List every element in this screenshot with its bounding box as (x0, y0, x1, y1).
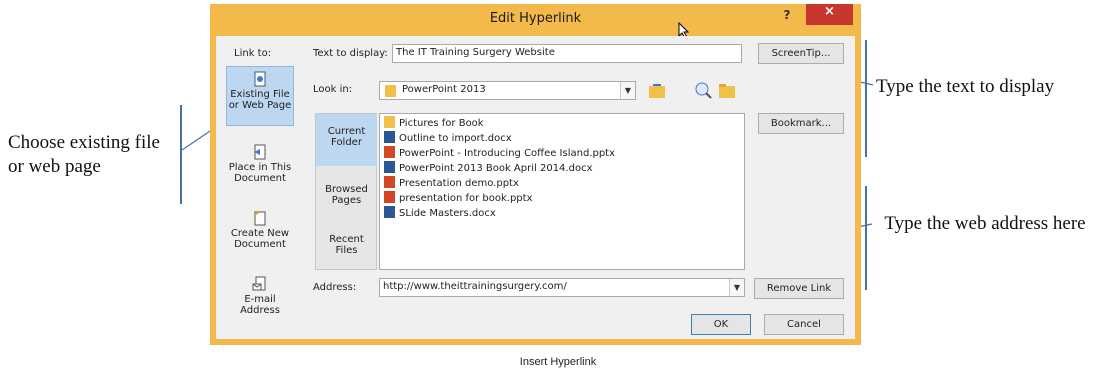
link-existing-file-label: Existing File or Web Page (228, 89, 292, 111)
tab-browsed-pages[interactable]: Browsed Pages (316, 172, 377, 218)
existing-file-icon (254, 71, 266, 87)
link-create-new-document[interactable]: Create New Document (226, 206, 294, 256)
list-item[interactable]: Presentation demo.pptx (384, 176, 519, 189)
browse-file-icon[interactable] (717, 81, 737, 100)
help-button[interactable]: ? (775, 5, 799, 25)
powerpoint-file-icon (384, 176, 395, 188)
word-document-icon (384, 206, 395, 218)
tab-recent-files[interactable]: Recent Files (316, 222, 377, 268)
dialog-title: Edit Hyperlink (489, 11, 582, 26)
dialog-body: Link to: Existing File or Web Page Place… (216, 36, 855, 339)
ok-button[interactable]: OK (691, 314, 751, 335)
link-email-address-label: E-mail Address (240, 294, 280, 316)
tab-current-folder[interactable]: Current Folder (316, 114, 377, 166)
file-list[interactable]: Pictures for Book Outline to import.docx… (379, 113, 745, 270)
link-existing-file[interactable]: Existing File or Web Page (226, 66, 294, 126)
folder-icon (385, 85, 396, 97)
new-document-icon (254, 210, 266, 226)
link-to-label: Link to: (234, 48, 272, 59)
up-folder-icon[interactable] (647, 81, 667, 100)
word-document-icon (384, 131, 395, 143)
place-in-document-icon (254, 144, 266, 160)
edit-hyperlink-dialog: Edit Hyperlink ? × Link to: Existing Fil… (210, 4, 861, 345)
remove-link-button[interactable]: Remove Link (754, 278, 844, 299)
figure-caption: Insert Hyperlink (519, 356, 597, 368)
text-to-display-label: Text to display: (313, 48, 388, 59)
link-place-in-document[interactable]: Place in This Document (226, 140, 294, 190)
list-item[interactable]: SLide Masters.docx (384, 206, 496, 219)
email-icon (252, 276, 266, 291)
browse-web-icon[interactable] (693, 81, 713, 100)
chevron-down-icon[interactable]: ▼ (729, 279, 744, 296)
list-item[interactable]: Pictures for Book (384, 116, 484, 129)
bookmark-button[interactable]: Bookmark... (758, 113, 844, 134)
cancel-button[interactable]: Cancel (764, 314, 844, 335)
annotation-type-text: Type the text to display (876, 76, 1055, 97)
annotation-type-address: Type the web address here (884, 213, 1086, 234)
word-document-icon (384, 161, 395, 173)
look-in-label: Look in: (313, 84, 353, 95)
close-button[interactable]: × (806, 4, 853, 25)
link-email-address[interactable]: E-mail Address (226, 272, 294, 322)
look-in-tabs: Current Folder Browsed Pages Recent File… (315, 113, 377, 270)
look-in-value: PowerPoint 2013 (402, 84, 486, 95)
list-item[interactable]: Outline to import.docx (384, 131, 512, 144)
list-item[interactable]: PowerPoint - Introducing Coffee Island.p… (384, 146, 615, 159)
list-item[interactable]: presentation for book.pptx (384, 191, 533, 204)
link-create-new-document-label: Create New Document (230, 228, 290, 250)
look-in-dropdown[interactable]: PowerPoint 2013 ▼ (379, 81, 636, 100)
link-to-panel: Existing File or Web Page Place in This … (224, 66, 294, 332)
address-input[interactable]: http://www.theittrainingsurgery.com/ ▼ (379, 278, 745, 297)
address-value: http://www.theittrainingsurgery.com/ (383, 281, 567, 292)
powerpoint-file-icon (384, 146, 395, 158)
chevron-down-icon[interactable]: ▼ (620, 82, 635, 99)
powerpoint-file-icon (384, 191, 395, 203)
link-place-in-document-label: Place in This Document (228, 162, 292, 184)
text-to-display-input[interactable]: The IT Training Surgery Website (392, 44, 742, 63)
annotation-choose: Choose existing file or web page (8, 132, 160, 177)
list-item[interactable]: PowerPoint 2013 Book April 2014.docx (384, 161, 592, 174)
address-label: Address: (313, 282, 357, 293)
title-bar: Edit Hyperlink ? × (210, 4, 861, 39)
screentip-button[interactable]: ScreenTip... (758, 43, 844, 64)
folder-icon (384, 116, 395, 128)
